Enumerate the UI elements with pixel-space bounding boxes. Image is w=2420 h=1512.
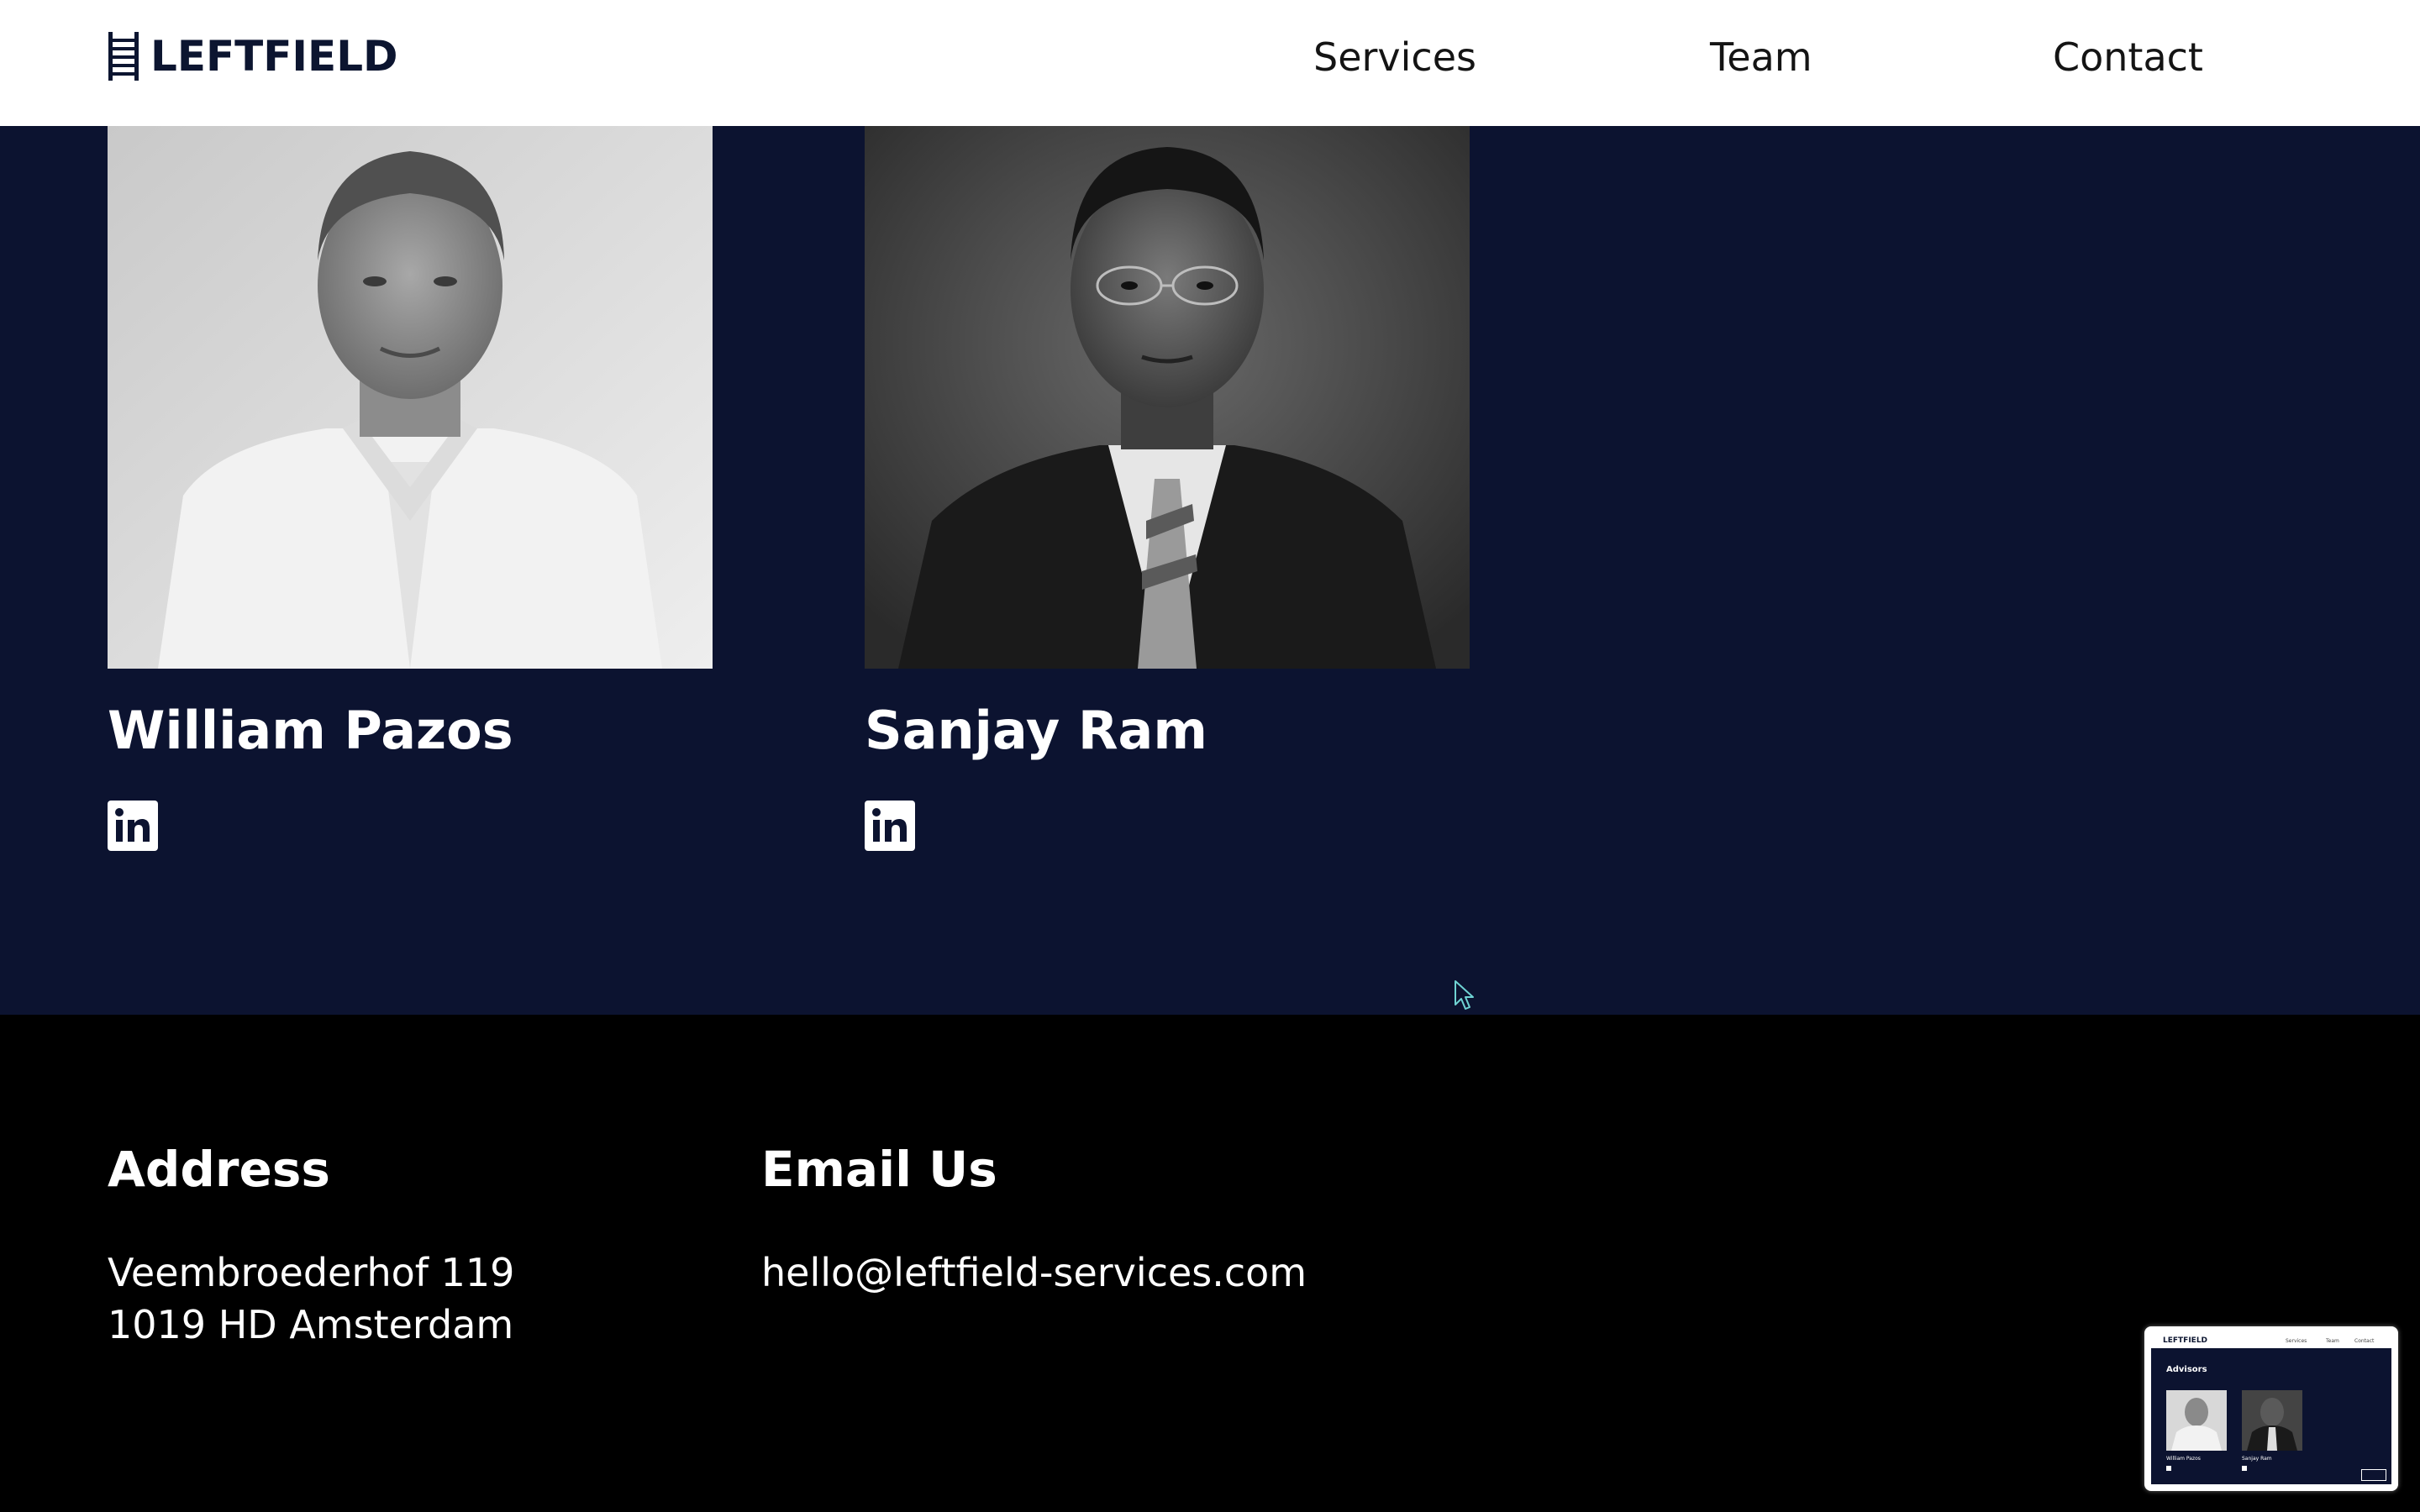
email-link[interactable]: hello@leftfield-services.com [761, 1247, 1307, 1299]
logo-text: LEFTFIELD [150, 32, 398, 81]
preview-header: LEFTFIELD Services Team Contact [2151, 1333, 2391, 1348]
member-name: William Pazos [108, 700, 513, 761]
address-heading: Address [108, 1141, 330, 1198]
nav-team-link[interactable]: Team [1710, 32, 1812, 82]
preview-name-2: Sanjay Ram [2242, 1456, 2272, 1462]
linkedin-icon[interactable] [865, 801, 915, 851]
member-name: Sanjay Ram [865, 700, 1207, 761]
preview-logo: LEFTFIELD [2163, 1336, 2208, 1345]
preview-nav-services: Services [2286, 1338, 2307, 1344]
preview-nav-team: Team [2326, 1338, 2339, 1344]
page: LEFTFIELD Services Team Contact William … [0, 0, 2420, 1512]
site-footer: Address Email Us Veembroederhof 119 1019… [0, 1015, 2420, 1512]
preview-zoom-badge [2361, 1469, 2386, 1481]
preview-photo-2 [2242, 1390, 2302, 1451]
nav-services-link[interactable]: Services [1313, 32, 1476, 82]
linkedin-icon[interactable] [108, 801, 158, 851]
preview-linkedin-icon [2166, 1466, 2171, 1471]
page-preview-thumbnail[interactable]: LEFTFIELD Services Team Contact Advisors… [2144, 1326, 2398, 1491]
mouse-cursor-icon [1455, 980, 1474, 1010]
address-line-street: Veembroederhof 119 [108, 1250, 515, 1295]
preview-canvas: LEFTFIELD Services Team Contact Advisors… [2151, 1333, 2391, 1484]
nav-contact-link[interactable]: Contact [2053, 32, 2203, 82]
logo[interactable]: LEFTFIELD [107, 30, 398, 82]
preview-name-1: William Pazos [2166, 1456, 2201, 1462]
preview-linkedin-icon [2242, 1466, 2247, 1471]
team-section: William Pazos Sanjay Ram [0, 126, 2420, 1015]
member-photo-sanjay-ram [865, 126, 1470, 669]
site-header: LEFTFIELD Services Team Contact [0, 0, 2420, 126]
preview-section-title: Advisors [2166, 1365, 2207, 1374]
address-line-city: 1019 HD Amsterdam [108, 1302, 514, 1347]
preview-photo-1 [2166, 1390, 2227, 1451]
member-photo-william-pazos [108, 126, 713, 669]
ladder-logo-icon [108, 32, 139, 81]
preview-nav-contact: Contact [2354, 1338, 2375, 1344]
email-heading: Email Us [761, 1141, 997, 1198]
